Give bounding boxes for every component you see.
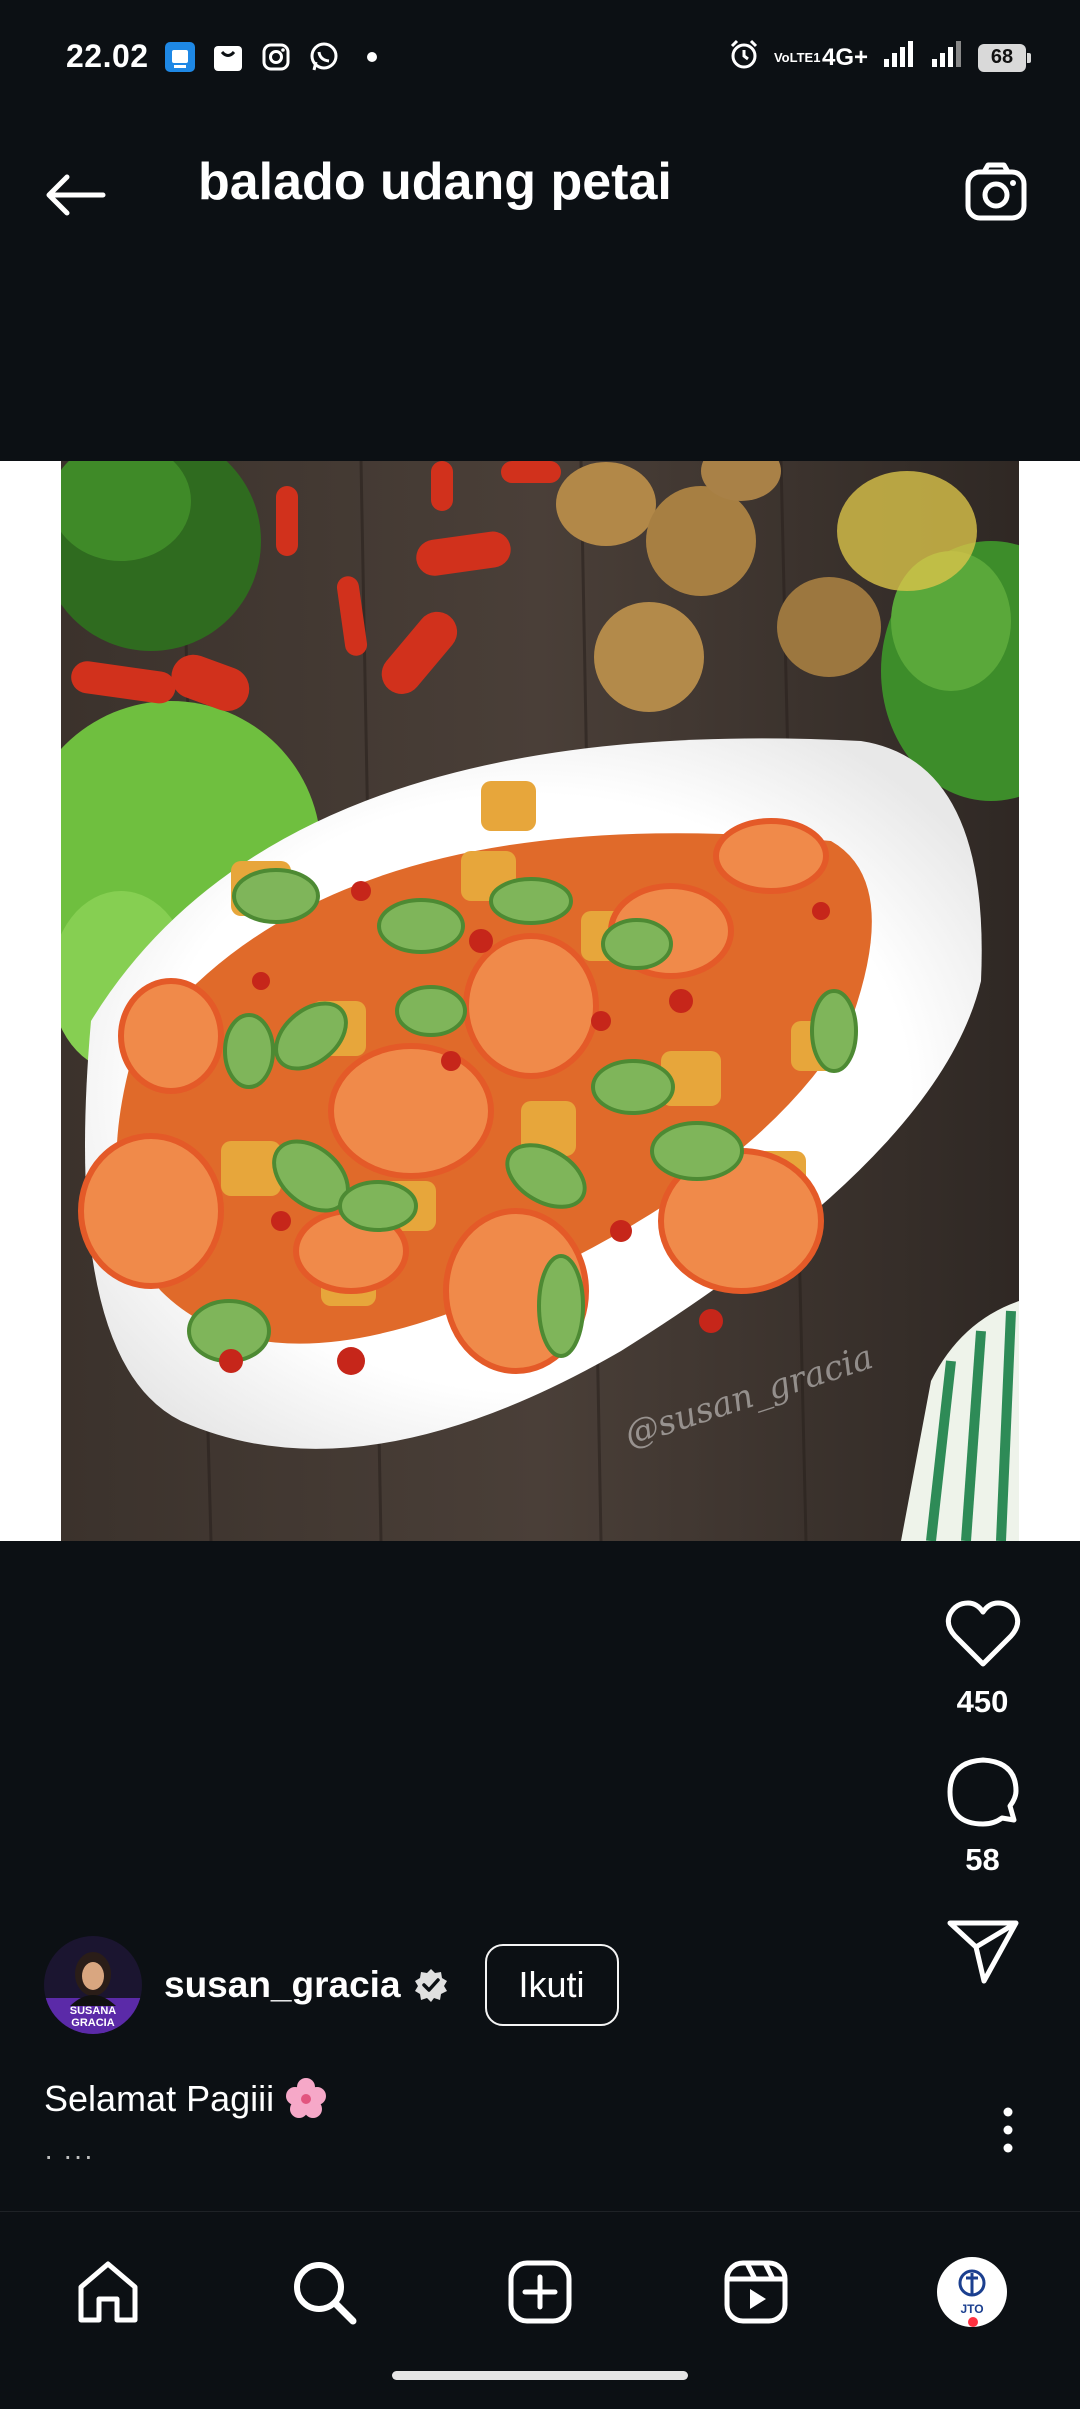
author-avatar[interactable]: SUSANA GRACIA	[44, 1936, 142, 2034]
arrow-left-icon	[46, 174, 106, 216]
follow-button[interactable]: Ikuti	[484, 1944, 619, 2026]
comment-button[interactable]	[938, 1748, 1028, 1838]
comment-icon	[947, 1757, 1018, 1827]
nav-create[interactable]	[500, 2252, 580, 2332]
send-icon	[947, 1920, 1018, 1984]
comment-count[interactable]: 58	[965, 1842, 999, 1878]
dot-icon	[355, 40, 389, 74]
add-post-icon	[508, 2260, 572, 2324]
food-photo-illustration	[61, 461, 1019, 1541]
caption-more[interactable]: · ···	[44, 2140, 94, 2172]
signal-icon-1	[882, 39, 916, 76]
notification-dot	[968, 2317, 978, 2327]
whatsapp-icon	[307, 40, 341, 74]
profile-logo-icon	[958, 2269, 986, 2297]
verified-badge-icon	[414, 1969, 447, 2002]
post-author: SUSANA GRACIA susan_gracia Ikuti	[44, 1936, 619, 2034]
back-button[interactable]	[40, 160, 110, 230]
status-time: 22.02	[66, 38, 149, 74]
more-options-button[interactable]	[988, 2100, 1028, 2160]
nav-home[interactable]	[68, 2252, 148, 2332]
camera-button[interactable]	[956, 152, 1036, 232]
more-vertical-icon	[1003, 2107, 1013, 2153]
avatar-text: SUSANA GRACIA	[69, 2005, 117, 2029]
shopping-bag-icon	[211, 40, 245, 74]
caption-text: Selamat Pagiii	[44, 2078, 275, 2119]
alarm-icon	[728, 38, 760, 77]
network-type: 4G+	[821, 43, 868, 71]
status-bar: 22.02 VoLTE1 4G+ 68	[0, 0, 1080, 100]
page-title: balado udang petai	[198, 153, 672, 211]
home-icon	[78, 2261, 138, 2323]
app-header: balado udang petai	[0, 110, 1080, 260]
shop-app-icon	[163, 40, 197, 74]
signal-icon-2	[930, 39, 964, 76]
profile-badge-text: JTO	[960, 2302, 984, 2316]
reels-icon	[724, 2260, 788, 2324]
heart-icon	[945, 1600, 1020, 1667]
volte-label: VoLTE1	[773, 50, 821, 65]
search-icon	[294, 2262, 357, 2325]
share-button[interactable]	[938, 1906, 1028, 1996]
post-photo[interactable]: @susan_gracia	[61, 461, 1019, 1541]
camera-icon	[965, 162, 1027, 221]
post-actions: 450 58	[915, 1590, 1050, 1996]
battery-indicator: 68	[978, 43, 1031, 72]
nav-reels[interactable]	[716, 2252, 796, 2332]
home-indicator[interactable]	[392, 2371, 688, 2380]
author-username[interactable]: susan_gracia	[164, 1964, 401, 2006]
instagram-icon	[259, 40, 293, 74]
cherry-blossom-icon	[286, 2078, 327, 2118]
nav-search[interactable]	[284, 2252, 364, 2332]
like-count[interactable]: 450	[957, 1684, 1009, 1720]
post-caption[interactable]: Selamat Pagiii	[44, 2077, 328, 2121]
like-button[interactable]	[938, 1590, 1028, 1680]
